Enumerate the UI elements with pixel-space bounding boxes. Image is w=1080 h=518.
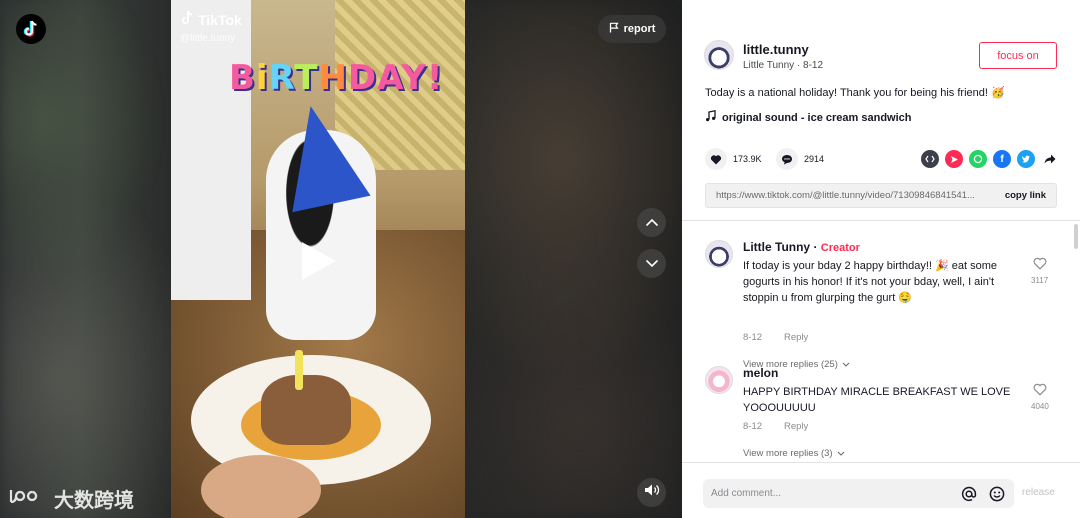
watermark-text: 大数跨境 [54, 490, 134, 512]
heart-icon [705, 148, 727, 170]
mention-icon[interactable] [960, 485, 978, 503]
volume-button[interactable] [637, 478, 666, 507]
share-link-box: https://www.tiktok.com/@little.tunny/vid… [705, 183, 1057, 208]
embed-icon[interactable] [921, 150, 939, 168]
tiktok-note-icon [180, 10, 194, 29]
comment-text: If today is your bday 2 happy birthday!!… [743, 260, 997, 304]
comment-like-count: 3117 [1031, 276, 1049, 285]
heart-outline-icon [1033, 257, 1047, 272]
music-note-icon [705, 110, 716, 125]
like-button[interactable]: 173.9K [705, 148, 762, 170]
video-handle: @little.tunny [180, 33, 236, 44]
music-link[interactable]: original sound - ice cream sandwich [705, 110, 912, 125]
chevron-down-icon [842, 359, 850, 370]
twitter-icon[interactable] [1017, 150, 1035, 168]
chevron-up-icon [645, 214, 659, 232]
heart-outline-icon [1033, 383, 1047, 398]
video-player[interactable]: BiRTHDAY! TikTok @little.tunny report 大数… [0, 0, 682, 518]
comment-like-button[interactable]: 4040 [1031, 383, 1049, 411]
share-arrow-icon[interactable] [1041, 150, 1059, 168]
comment-composer: Add comment... release [682, 462, 1080, 518]
site-watermark: 大数跨境 [8, 484, 134, 513]
comment-placeholder: Add comment... [711, 488, 782, 499]
comment-meta: 8-12 Reply [743, 332, 808, 343]
comment-like-count: 4040 [1031, 402, 1049, 411]
watermark-logo-icon [8, 486, 48, 512]
reply-button[interactable]: Reply [784, 421, 808, 432]
comment-meta: 8-12 Reply [743, 421, 808, 432]
comment-bubble-icon [776, 148, 798, 170]
comment-like-button[interactable]: 3117 [1031, 257, 1048, 285]
birthday-overlay-text: BiRTHDAY! [229, 58, 444, 98]
author-username[interactable]: little.tunny [743, 42, 809, 57]
next-video-button[interactable] [637, 249, 666, 278]
speaker-icon [644, 483, 660, 502]
scene-hand [201, 455, 321, 518]
commenter-avatar[interactable] [705, 366, 733, 394]
comment-text: HAPPY BIRTHDAY MIRACLE BREAKFAST WE LOVE… [743, 386, 1011, 414]
tiktok-brand-label: TikTok [198, 11, 242, 28]
send-icon[interactable] [945, 150, 963, 168]
comment-list: Little Tunny · Creator If today is your … [682, 221, 1080, 462]
music-title: original sound - ice cream sandwich [722, 111, 912, 124]
author-subtitle: Little Tunny · 8-12 [743, 60, 824, 71]
commenter-avatar[interactable] [705, 240, 733, 268]
report-button[interactable]: report [598, 15, 666, 43]
chevron-down-icon [837, 448, 845, 459]
post-description: Today is a national holiday! Thank you f… [705, 87, 1005, 99]
scene-cake [261, 375, 351, 445]
creator-badge: Creator [820, 242, 860, 254]
share-link-url[interactable]: https://www.tiktok.com/@little.tunny/vid… [716, 190, 991, 201]
scene-candle [295, 350, 303, 390]
copy-link-button[interactable]: copy link [1005, 190, 1046, 201]
share-row: f [921, 150, 1059, 168]
flag-icon [609, 22, 619, 36]
commenter-name[interactable]: melon [743, 366, 778, 380]
detail-panel: little.tunny Little Tunny · 8-12 focus o… [682, 0, 1080, 518]
emoji-icon[interactable] [988, 485, 1006, 503]
follow-button[interactable]: focus on [979, 42, 1057, 69]
comment-count-button[interactable]: 2914 [776, 148, 824, 170]
commenter-name[interactable]: Little Tunny · Creator [743, 240, 860, 254]
report-label: report [623, 23, 656, 35]
comment-count: 2914 [804, 154, 825, 164]
comment-date: 8-12 [743, 332, 763, 343]
facebook-icon[interactable]: f [993, 150, 1011, 168]
tiktok-watermark: TikTok @little.tunny [180, 10, 242, 44]
tiktok-logo-icon[interactable] [16, 14, 46, 44]
scene-wall [171, 0, 251, 300]
whatsapp-icon[interactable] [969, 150, 987, 168]
play-icon[interactable] [302, 242, 336, 280]
post-comment-button[interactable]: release [1022, 487, 1055, 498]
author-avatar[interactable] [704, 40, 734, 70]
reply-button[interactable]: Reply [784, 332, 808, 343]
comment-date: 8-12 [743, 421, 763, 432]
chevron-down-icon [645, 255, 659, 273]
like-count: 173.9K [733, 154, 762, 164]
comment-input[interactable]: Add comment... [703, 479, 1014, 508]
previous-video-button[interactable] [637, 208, 666, 237]
view-more-replies[interactable]: View more replies (3) [743, 448, 845, 459]
